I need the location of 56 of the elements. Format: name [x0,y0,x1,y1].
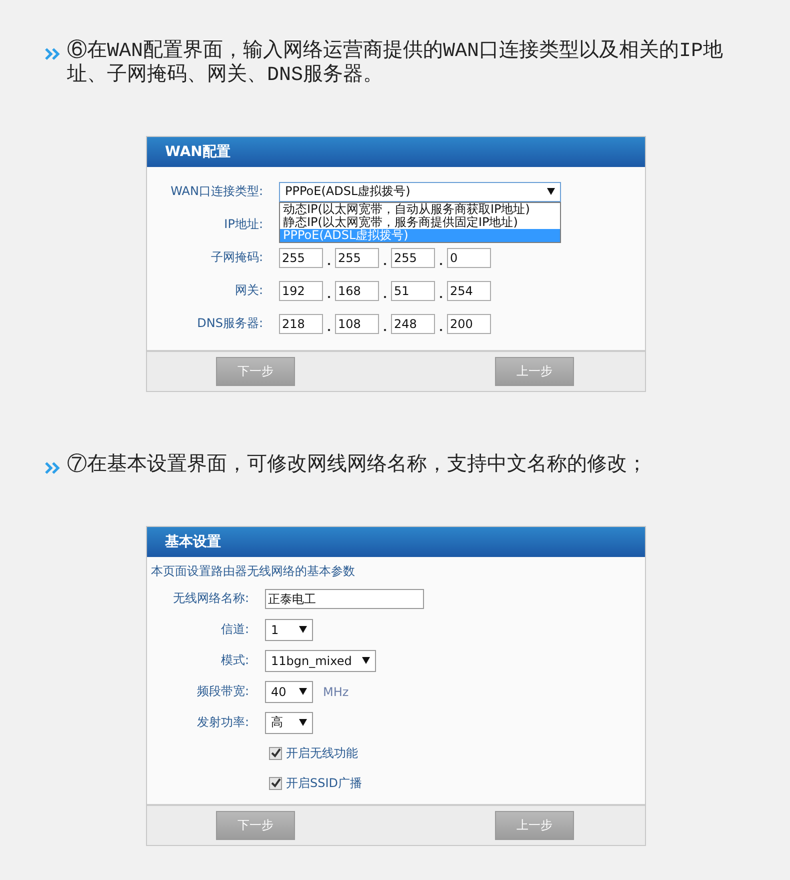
network-name-field[interactable]: 正泰电工 [265,588,424,608]
double-chevron-icon [45,462,61,474]
ip-octet-field[interactable]: 255 [279,248,323,268]
dot-separator [328,296,330,298]
field-label: 子网掩码: [210,249,263,266]
ip-octet-field[interactable]: 51 [391,280,435,300]
select-dropdown[interactable]: 11bgn_mixed [265,650,376,672]
ip-octet-field[interactable]: 255 [335,248,379,268]
connection-type-dropdown[interactable]: PPPoE(ADSL虚拟拨号) [279,182,561,202]
ip-octet-field[interactable]: 168 [335,280,379,300]
ip-octet-field[interactable]: 218 [279,314,323,334]
field-label: 模式: [220,652,249,669]
dot-separator [440,262,442,264]
caret-icon [547,188,555,195]
field-label: 发射功率: [196,714,249,731]
dot-separator [440,328,442,330]
dropdown-option[interactable]: 动态IP(以太网宽带，自动从服务商获取IP地址) [280,202,560,216]
checkbox[interactable] [269,776,282,790]
ip-octet-field[interactable]: 192 [279,280,323,300]
select-dropdown[interactable]: 高 [265,712,313,734]
instruction-text: ⑦在基本设置界面，可修改网线网络名称，支持中文名称的修改； [67,454,648,478]
ip-octet-field[interactable]: 254 [447,280,491,300]
dot-separator [328,328,330,330]
caret-icon [299,719,307,726]
caret-icon [299,688,307,695]
ip-octet-field[interactable]: 248 [391,314,435,334]
dot-separator [328,262,330,264]
panel-title: WAN配置 [165,143,230,161]
field-label: 频段带宽: [196,683,249,700]
panel-description: 本页面设置路由器无线网络的基本参数 [150,563,356,580]
double-chevron-icon [45,48,61,60]
field-label: 无线网络名称: [172,590,249,607]
ip-octet-field[interactable]: 200 [447,314,491,334]
dot-separator [384,296,386,298]
field-label: IP地址: [223,216,263,233]
checkbox[interactable] [269,746,282,760]
panel-title: 基本设置 [165,533,221,551]
caret-icon [299,626,307,633]
unit-label: MHz [323,684,349,698]
ip-octet-field[interactable]: 255 [391,248,435,268]
select-dropdown[interactable]: 1 [265,618,313,640]
field-label: WAN口连接类型: [170,183,263,200]
dot-separator [440,296,442,298]
field-label: 信道: [220,621,249,638]
dot-separator [384,262,386,264]
select-dropdown[interactable]: 40 [265,680,313,702]
checkbox-label: 开启无线功能 [286,744,358,762]
dot-separator [384,328,386,330]
checkbox-label: 开启SSID广播 [286,774,362,792]
ip-octet-field[interactable]: 108 [335,314,379,334]
ip-octet-field[interactable]: 0 [447,248,491,268]
field-label: DNS服务器: [196,315,263,332]
dropdown-option[interactable]: 静态IP(以太网宽带，服务商提供固定IP地址) [280,216,560,228]
field-label: 网关: [234,282,263,299]
caret-icon [362,657,370,664]
instruction-text: ⑥在WAN配置界面，输入网络运营商提供的WAN口连接类型以及相关的IP地址、子网掩码、网关、DNS服务器。 [67,40,724,88]
